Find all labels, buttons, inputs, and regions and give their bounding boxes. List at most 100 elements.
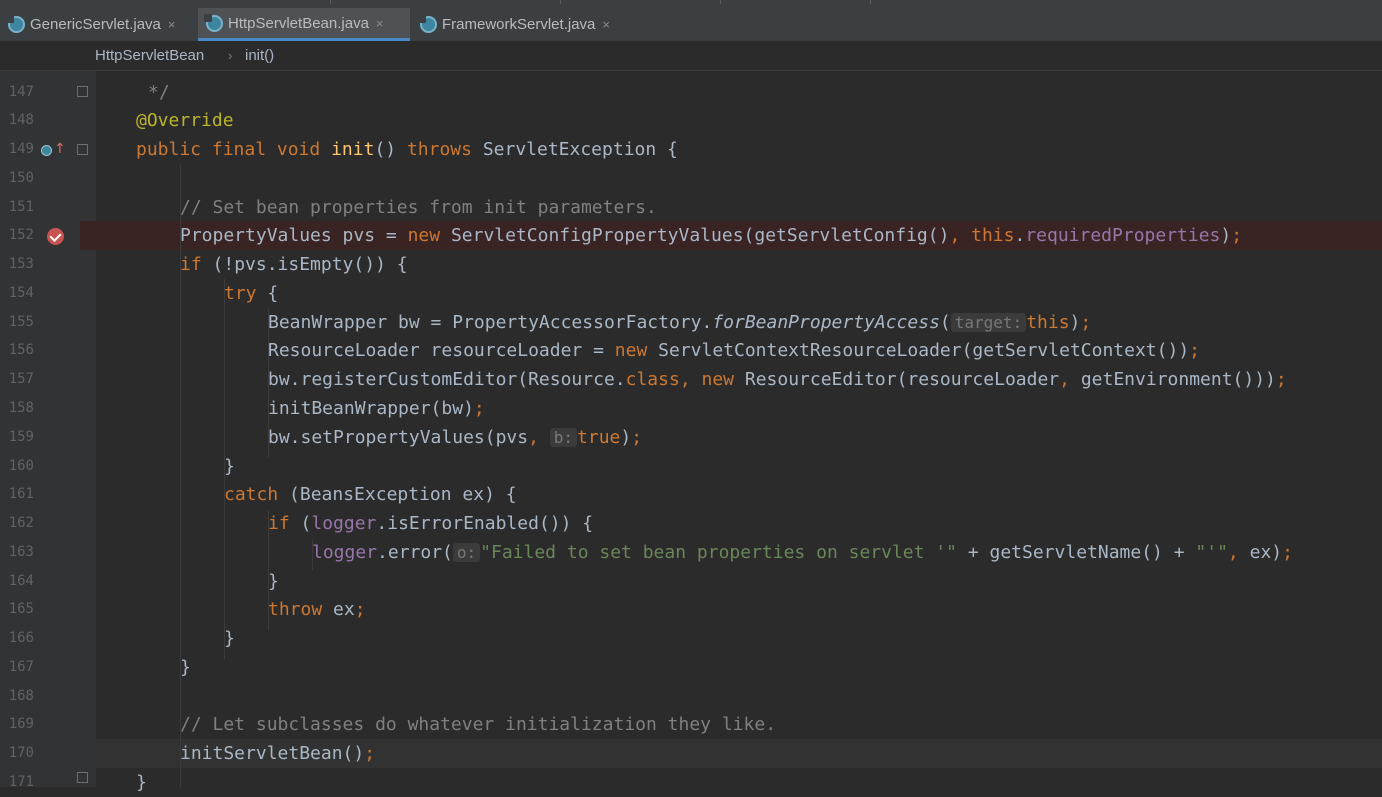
keyword: throw [268, 599, 334, 620]
code-token: bw.setPropertyValues(pvs [268, 427, 529, 448]
keyword: public final void [136, 139, 332, 160]
code-token: { [267, 283, 279, 304]
code-token: ; [1080, 312, 1092, 333]
code-token: , [949, 225, 972, 246]
code-text: PropertyValues pvs = new ServletConfigPr… [180, 221, 1242, 250]
line-number: 159 [8, 429, 34, 445]
code-text: initServletBean(); [180, 739, 375, 768]
window-top-strip [0, 0, 1382, 8]
code-line: 162 if (logger.isErrorEnabled()) { [0, 509, 1382, 538]
tab-httpservletbean[interactable]: HttpServletBean.java × [198, 8, 410, 41]
close-icon[interactable]: × [602, 17, 610, 32]
keyword: new [407, 225, 451, 246]
line-number: 164 [8, 573, 34, 589]
code-text: BeanWrapper bw = PropertyAccessorFactory… [268, 308, 1091, 337]
code-text: logger.error(o: "Failed to set bean prope… [312, 538, 1293, 567]
code-token: initServletBean() [180, 743, 365, 764]
line-number: 155 [8, 314, 34, 330]
code-line: 151 // Set bean properties from init par… [0, 193, 1382, 222]
code-text: if (!pvs.isEmpty()) { [180, 250, 408, 279]
static-method: forBeanPropertyAccess [712, 312, 940, 333]
field: requiredProperties [1025, 225, 1221, 246]
keyword: new [614, 340, 659, 361]
code-text: @Override [136, 110, 234, 131]
code-comment: // Set bean properties from init paramet… [180, 197, 657, 218]
code-token: ex [333, 599, 355, 620]
line-number: 169 [8, 716, 34, 732]
close-icon[interactable]: × [168, 17, 176, 32]
code-text: bw.setPropertyValues(pvs, b: true); [268, 423, 642, 452]
java-class-icon [6, 15, 25, 33]
code-text: } [224, 456, 235, 477]
code-line: 158 initBeanWrapper(bw); [0, 394, 1382, 423]
code-token: ServletContextResourceLoader(getServletC… [658, 340, 1190, 361]
code-token: . [1014, 225, 1026, 246]
code-text: ResourceLoader resourceLoader = new Serv… [268, 336, 1200, 365]
path-separator [870, 0, 871, 4]
keyword: catch [224, 484, 290, 505]
code-text: try { [224, 279, 278, 308]
line-number: 165 [8, 601, 34, 617]
line-number: 160 [8, 458, 34, 474]
tab-label: HttpServletBean.java [228, 14, 369, 32]
code-text: throw ex; [268, 595, 366, 624]
code-token: initBeanWrapper(bw) [268, 398, 474, 419]
code-line: 167 } [0, 653, 1382, 682]
code-line: 159 bw.setPropertyValues(pvs, b: true); [0, 423, 1382, 452]
code-token: PropertyValues pvs = [180, 225, 408, 246]
code-line: 149 public final void init() throws Serv… [0, 135, 1382, 164]
field: logger [311, 513, 377, 534]
editor-tab-bar: GenericServlet.java × HttpServletBean.ja… [0, 8, 1382, 42]
line-number: 147 [8, 84, 34, 100]
code-token: ; [1231, 225, 1243, 246]
method-name: init [331, 139, 375, 160]
code-token: ; [631, 427, 643, 448]
tab-genericservlet[interactable]: GenericServlet.java × [0, 8, 196, 41]
code-line: 168 [0, 682, 1382, 711]
path-separator [330, 0, 331, 4]
line-number: 157 [8, 371, 34, 387]
breadcrumb-class[interactable]: HttpServletBean [95, 47, 204, 64]
code-token: ; [364, 743, 376, 764]
keyword: true [577, 427, 621, 448]
tab-frameworkservlet[interactable]: FrameworkServlet.java × [412, 8, 638, 41]
code-token: ) [620, 427, 632, 448]
code-line: 156 ResourceLoader resourceLoader = new … [0, 336, 1382, 365]
line-number: 152 [8, 227, 34, 243]
breadcrumb-separator: › [228, 48, 233, 63]
code-line: 157 bw.registerCustomEditor(Resource.cla… [0, 365, 1382, 394]
keyword: if [180, 254, 213, 275]
field: logger [312, 542, 378, 563]
code-line: 165 throw ex; [0, 595, 1382, 624]
code-line: 161 catch (BeansException ex) { [0, 480, 1382, 509]
line-number: 168 [8, 688, 34, 704]
code-token: ex) [1249, 542, 1283, 563]
code-text: } [136, 772, 147, 793]
code-token: ; [1282, 542, 1293, 563]
line-number: 171 [8, 774, 34, 790]
code-text: bw.registerCustomEditor(Resource.class, … [268, 365, 1287, 394]
code-text: if (logger.isErrorEnabled()) { [268, 509, 593, 538]
keyword: this [971, 225, 1015, 246]
line-number: 161 [8, 486, 34, 502]
keyword: throws [406, 139, 483, 160]
keyword: if [268, 513, 301, 534]
code-token: ServletException { [482, 139, 678, 160]
line-number: 162 [8, 515, 34, 531]
code-token: getEnvironment())) [1080, 369, 1276, 390]
code-token: , [1059, 369, 1081, 390]
line-number: 170 [8, 745, 34, 761]
code-token: .isErrorEnabled()) { [376, 513, 594, 534]
code-text: } [268, 571, 279, 592]
path-separator [560, 0, 561, 4]
breadcrumb: HttpServletBean › init() [0, 42, 1382, 71]
line-number: 156 [8, 342, 34, 358]
string-literal: "Failed to set bean properties on servle… [480, 542, 957, 563]
line-number: 150 [8, 170, 34, 186]
code-comment: // Let subclasses do whatever initializa… [180, 714, 777, 735]
breadcrumb-method[interactable]: init() [245, 47, 274, 64]
close-icon[interactable]: × [376, 16, 384, 31]
code-token: ( [300, 513, 312, 534]
code-text: catch (BeansException ex) { [224, 480, 517, 509]
code-token: ResourceEditor(resourceLoader [744, 369, 1060, 390]
